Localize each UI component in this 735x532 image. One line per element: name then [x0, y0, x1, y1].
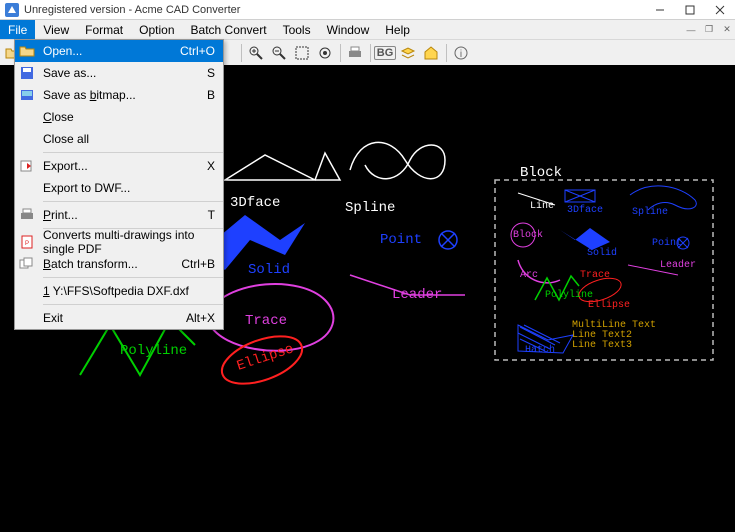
menu-tools[interactable]: Tools	[275, 20, 319, 39]
label-mini-3dface: 3Dface	[567, 205, 603, 216]
label-mini-leader: Leader	[660, 260, 696, 271]
menu-separator	[43, 152, 223, 153]
bitmap-icon	[15, 84, 39, 106]
label-trace: Trace	[245, 313, 287, 329]
menu-export[interactable]: Export... X	[15, 155, 223, 177]
file-dropdown: Open... Ctrl+O Save as... S Save as bitm…	[14, 39, 224, 330]
open-icon	[15, 40, 39, 62]
save-bitmap-label: Save as bitmap...	[43, 88, 136, 102]
window-title: Unregistered version - Acme CAD Converte…	[24, 4, 645, 16]
menu-exit[interactable]: Exit Alt+X	[15, 307, 223, 329]
menu-open[interactable]: Open... Ctrl+O	[15, 40, 223, 62]
layer-icon[interactable]	[397, 42, 419, 64]
label-mini-point: Point	[652, 238, 682, 249]
menu-save-bitmap[interactable]: Save as bitmap... B	[15, 84, 223, 106]
label-mini-trace: Trace	[580, 270, 610, 281]
label-mini-hatch: Hatch	[525, 345, 555, 356]
save-icon	[15, 62, 39, 84]
home-icon[interactable]	[420, 42, 442, 64]
menu-export-dwf[interactable]: Export to DWF...	[15, 177, 223, 199]
bg-toggle-button[interactable]: BG	[374, 42, 396, 64]
toolbar-separator	[446, 44, 447, 62]
label-spline: Spline	[345, 200, 395, 216]
label-mini-ellipse: Ellipse	[588, 300, 630, 311]
label-mini-solid: Solid	[587, 248, 617, 259]
label-point: Point	[380, 232, 422, 248]
zoom-out-icon[interactable]	[268, 42, 290, 64]
svg-text:P: P	[25, 241, 29, 247]
menu-option[interactable]: Option	[131, 20, 182, 39]
pdf-icon: P	[15, 231, 39, 253]
menu-separator	[43, 201, 223, 202]
menu-close-all[interactable]: Close all	[15, 128, 223, 150]
mdi-restore-button[interactable]: ❐	[701, 22, 717, 38]
print-icon[interactable]	[344, 42, 366, 64]
mdi-close-button[interactable]: ✕	[719, 22, 735, 38]
menu-view[interactable]: View	[35, 20, 77, 39]
menu-file[interactable]: File	[0, 20, 35, 39]
label-mini-spline: Spline	[632, 207, 668, 218]
menu-print[interactable]: Print... T	[15, 204, 223, 226]
menu-window[interactable]: Window	[319, 20, 378, 39]
zoom-in-icon[interactable]	[245, 42, 267, 64]
menu-separator	[43, 304, 223, 305]
print-icon	[15, 204, 39, 226]
zoom-region-icon[interactable]	[291, 42, 313, 64]
batch-icon	[15, 253, 39, 275]
menu-save-as[interactable]: Save as... S	[15, 62, 223, 84]
label-solid: Solid	[248, 262, 290, 278]
toolbar-separator	[340, 44, 341, 62]
label-mini-arc: Arc	[520, 270, 538, 281]
minimize-button[interactable]	[645, 0, 675, 20]
label-block: Block	[520, 165, 562, 181]
label-polyline: Polyline	[120, 343, 187, 359]
label-mini-polyline: Polyline	[545, 290, 593, 301]
menubar: File View Format Option Batch Convert To…	[0, 20, 735, 39]
label-leader: Leader	[392, 287, 442, 303]
zoom-fit-icon[interactable]	[314, 42, 336, 64]
label-mini-block: Block	[513, 230, 543, 241]
mdi-minimize-button[interactable]: —	[683, 22, 699, 38]
label-mini-linetext3: Line Text3	[572, 340, 632, 351]
menu-separator	[43, 277, 223, 278]
toolbar-separator	[370, 44, 371, 62]
menu-convert-pdf[interactable]: P Converts multi-drawings into single PD…	[15, 231, 223, 253]
export-icon	[15, 155, 39, 177]
menu-batch-convert[interactable]: Batch Convert	[183, 20, 275, 39]
mdi-controls: — ❐ ✕	[681, 20, 735, 39]
label-mini-line: Line	[530, 201, 554, 212]
titlebar: Unregistered version - Acme CAD Converte…	[0, 0, 735, 20]
label-3dface: 3Dface	[230, 195, 280, 211]
toolbar-separator	[241, 44, 242, 62]
app-icon	[4, 2, 20, 18]
menu-format[interactable]: Format	[77, 20, 131, 39]
menu-help[interactable]: Help	[377, 20, 418, 39]
menu-batch-transform[interactable]: Batch transform... Ctrl+B	[15, 253, 223, 275]
close-button[interactable]	[705, 0, 735, 20]
svg-text:i: i	[460, 49, 462, 60]
menu-close[interactable]: Close	[15, 106, 223, 128]
maximize-button[interactable]	[675, 0, 705, 20]
menu-recent-1[interactable]: 1 Y:\FFS\Softpedia DXF.dxf	[15, 280, 223, 302]
info-icon[interactable]: i	[450, 42, 472, 64]
